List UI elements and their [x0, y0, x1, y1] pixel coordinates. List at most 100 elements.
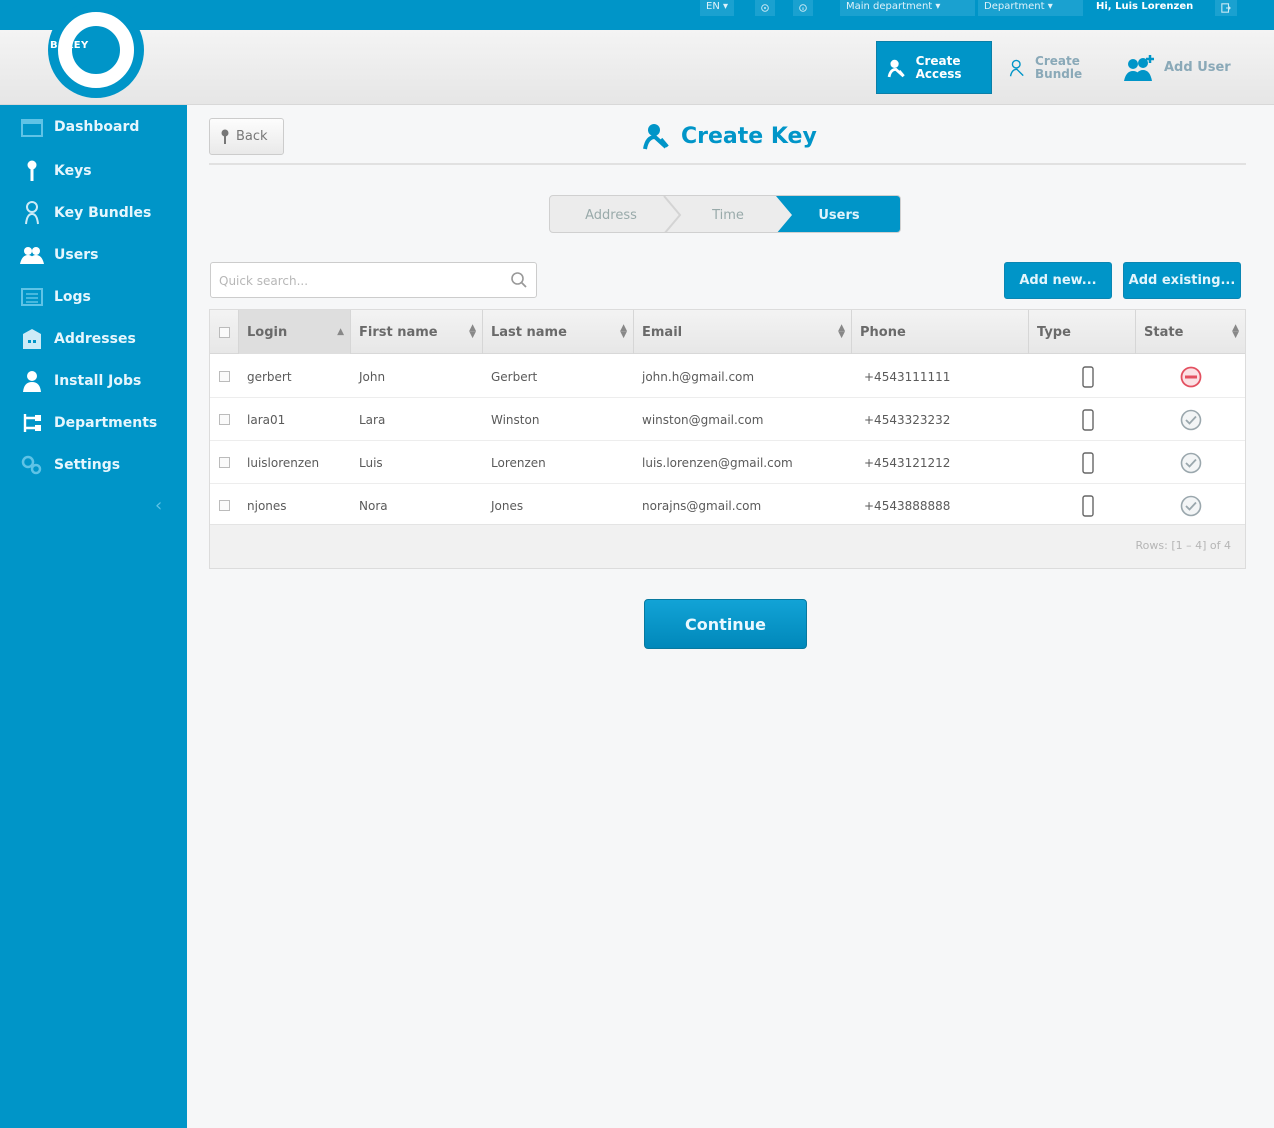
- cell-last-name: Winston: [491, 412, 540, 427]
- info-icon[interactable]: [793, 0, 813, 16]
- sidebar-item-departments[interactable]: Departments: [0, 405, 187, 441]
- cell-email: winston@gmail.com: [642, 412, 764, 427]
- table-row[interactable]: njones Nora Jones norajns@gmail.com +454…: [210, 484, 1245, 527]
- language-selector[interactable]: EN ▾: [700, 0, 734, 16]
- key-person-icon: [887, 59, 905, 77]
- phone-icon: [1074, 441, 1094, 484]
- back-button[interactable]: Back: [209, 118, 284, 155]
- step-users[interactable]: Users: [776, 196, 900, 232]
- sidebar-item-keys[interactable]: Keys: [0, 153, 187, 189]
- sidebar-item-key-bundles[interactable]: Key Bundles: [0, 195, 187, 231]
- cell-phone: +4543111111: [864, 369, 951, 384]
- column-header-last-name[interactable]: Last name ▲ ▼: [483, 310, 634, 354]
- column-header-state[interactable]: State ▲ ▼: [1136, 310, 1245, 354]
- cell-phone: +4543888888: [864, 498, 951, 513]
- key-icon: [20, 159, 44, 183]
- select-all-cell: [210, 310, 239, 354]
- cell-login: gerbert: [247, 369, 292, 384]
- sort-icon: ▲ ▼: [469, 323, 476, 340]
- cell-first-name: John: [359, 369, 386, 384]
- title-divider: [209, 163, 1246, 165]
- row-checkbox[interactable]: [219, 500, 230, 511]
- add-new-button[interactable]: Add new...: [1004, 262, 1112, 299]
- table-row[interactable]: lara01 Lara Winston winston@gmail.com +4…: [210, 398, 1245, 441]
- cell-phone: +4543121212: [864, 455, 951, 470]
- sort-icon: ▲ ▼: [838, 323, 845, 340]
- row-checkbox[interactable]: [219, 457, 230, 468]
- column-header-first-name[interactable]: First name ▲ ▼: [351, 310, 483, 354]
- sort-asc-icon: ▲: [337, 327, 344, 337]
- continue-button[interactable]: Continue: [644, 599, 807, 649]
- key-icon: [221, 129, 229, 144]
- cell-email: luis.lorenzen@gmail.com: [642, 455, 793, 470]
- sidebar: Dashboard Keys Key Bundles Users Logs Ad…: [0, 105, 187, 1128]
- top-bar: EN ▾ Main department ▾ Department ▾ Hi, …: [0, 0, 1274, 30]
- cell-first-name: Nora: [359, 498, 388, 513]
- cell-phone: +4543323232: [864, 412, 951, 427]
- logout-icon[interactable]: [1215, 0, 1237, 16]
- key-person-icon: [643, 124, 669, 150]
- cell-last-name: Lorenzen: [491, 455, 546, 470]
- row-checkbox[interactable]: [219, 414, 230, 425]
- cell-first-name: Luis: [359, 455, 383, 470]
- create-bundle-button[interactable]: Create Bundle: [998, 41, 1106, 94]
- sidebar-item-addresses[interactable]: Addresses: [0, 321, 187, 357]
- sidebar-item-settings[interactable]: Settings: [0, 447, 187, 483]
- create-access-button[interactable]: Create Access: [876, 41, 992, 94]
- rows-count: Rows: [1 – 4] of 4: [1135, 539, 1231, 552]
- sidebar-item-dashboard[interactable]: Dashboard: [0, 109, 187, 145]
- select-all-checkbox[interactable]: [219, 326, 230, 338]
- wizard-steps: Address Time Users: [549, 195, 901, 233]
- help-icon[interactable]: [755, 0, 775, 16]
- blocked-icon: [1172, 355, 1202, 398]
- add-user-button[interactable]: Add User: [1112, 41, 1242, 94]
- quick-search: [210, 262, 537, 298]
- collapse-sidebar-icon[interactable]: ‹: [155, 495, 162, 516]
- user-greeting: Hi, Luis Lorenzen: [1096, 1, 1194, 12]
- list-icon: [20, 285, 44, 309]
- column-header-phone[interactable]: Phone: [852, 310, 1029, 354]
- step-address[interactable]: Address: [550, 196, 672, 232]
- cell-email: norajns@gmail.com: [642, 498, 762, 513]
- column-header-type[interactable]: Type: [1029, 310, 1136, 354]
- table-header: Login ▲ First name ▲ ▼ Last name ▲ ▼ Email ▲ ▼ …: [210, 310, 1245, 354]
- phone-icon: [1074, 398, 1094, 441]
- cell-last-name: Gerbert: [491, 369, 538, 384]
- bekey-logo[interactable]: BEKEY: [48, 2, 144, 98]
- sidebar-item-install-jobs[interactable]: Install Jobs: [0, 363, 187, 399]
- installer-icon: [20, 369, 44, 393]
- users-icon: [20, 243, 44, 267]
- table-footer: Rows: [1 – 4] of 4: [210, 524, 1245, 568]
- cell-first-name: Lara: [359, 412, 386, 427]
- column-header-email[interactable]: Email ▲ ▼: [634, 310, 852, 354]
- check-icon: [1172, 398, 1202, 441]
- add-user-icon: [1124, 54, 1154, 81]
- cell-login: njones: [247, 498, 287, 513]
- cell-email: john.h@gmail.com: [642, 369, 755, 384]
- calendar-icon: [20, 115, 44, 139]
- search-icon[interactable]: [510, 271, 528, 289]
- building-icon: [20, 327, 44, 351]
- row-checkbox[interactable]: [219, 371, 230, 382]
- phone-icon: [1074, 355, 1094, 398]
- main-department-select[interactable]: Main department ▾: [840, 0, 975, 16]
- sidebar-item-users[interactable]: Users: [0, 237, 187, 273]
- sort-icon: ▲ ▼: [1232, 323, 1239, 340]
- check-icon: [1172, 484, 1202, 527]
- column-header-login[interactable]: Login ▲: [239, 310, 351, 354]
- departments-icon: [20, 411, 44, 435]
- sort-icon: ▲ ▼: [620, 323, 627, 340]
- cell-login: luislorenzen: [247, 455, 320, 470]
- table-row[interactable]: luislorenzen Luis Lorenzen luis.lorenzen…: [210, 441, 1245, 484]
- cell-last-name: Jones: [491, 498, 524, 513]
- sidebar-item-logs[interactable]: Logs: [0, 279, 187, 315]
- department-select[interactable]: Department ▾: [978, 0, 1083, 16]
- app-header: Create Access Create Bundle Add User: [0, 30, 1274, 105]
- search-input[interactable]: [219, 271, 499, 291]
- add-existing-button[interactable]: Add existing...: [1123, 262, 1241, 299]
- check-icon: [1172, 441, 1202, 484]
- step-time[interactable]: Time: [672, 196, 784, 232]
- table-row[interactable]: gerbert John Gerbert john.h@gmail.com +4…: [210, 355, 1245, 398]
- users-table: Login ▲ First name ▲ ▼ Last name ▲ ▼ Email ▲ ▼ …: [209, 309, 1246, 569]
- page-title: Create Key: [643, 118, 817, 154]
